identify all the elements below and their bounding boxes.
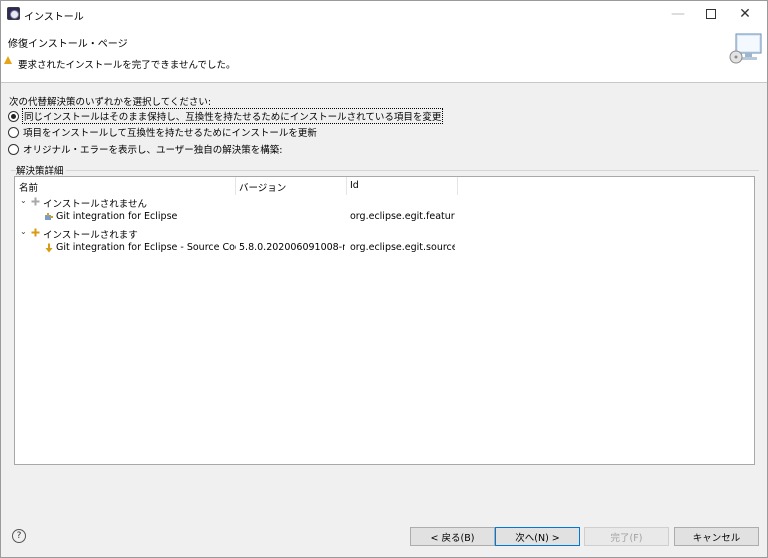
cancel-button[interactable]: キャンセル: [674, 527, 759, 546]
tree-row-id: org.eclipse.egit.feature...: [350, 211, 455, 222]
tree-row-name: インストールされません: [43, 199, 148, 210]
option-label: オリジナル・エラーを表示し、ユーザー独自の解決策を構築:: [23, 145, 283, 156]
close-button[interactable]: ✕: [723, 1, 767, 27]
option-label: 同じインストールはそのまま保持し、互換性を持たせるためにインストールされている項…: [21, 108, 444, 124]
tree-row-will-install[interactable]: ⌄ インストールされます: [15, 226, 754, 241]
minimize-icon: —: [671, 6, 685, 22]
column-divider[interactable]: [235, 177, 236, 195]
install-arrow-icon: [45, 243, 53, 253]
tree-row-git-integration[interactable]: Git integration for Eclipse org.eclipse.…: [15, 210, 754, 225]
install-banner-icon: [729, 33, 762, 64]
radio-button-selected[interactable]: [8, 110, 19, 122]
grey-plus-icon: [31, 197, 40, 206]
window-title: インストール: [24, 12, 84, 23]
chevron-down-icon[interactable]: ⌄: [20, 196, 27, 205]
page-title: 修復インストール・ページ: [8, 39, 128, 50]
column-header-name[interactable]: 名前: [19, 180, 38, 194]
tree-row-version: 5.8.0.202006091008-r: [239, 242, 345, 253]
details-group-label: 解決策詳細: [16, 163, 66, 177]
help-icon[interactable]: ?: [12, 529, 26, 543]
solution-details-tree[interactable]: 名前 バージョン Id ⌄ インストールされません Git integratio…: [14, 176, 755, 465]
group-separator: [11, 170, 759, 171]
back-button[interactable]: < 戻る(B): [410, 527, 495, 546]
finish-button[interactable]: 完了(F): [584, 527, 669, 546]
radio-button[interactable]: [8, 143, 19, 155]
tree-row-name: Git integration for Eclipse: [56, 211, 178, 222]
feature-plugin-icon: [45, 213, 53, 220]
chevron-down-icon[interactable]: ⌄: [20, 227, 27, 236]
install-dialog: インストール — ✕ 修復インストール・ページ 要求されたインストールを完了でき…: [0, 0, 768, 558]
warning-icon: [4, 56, 12, 64]
option-label: 項目をインストールして互換性を持たせるためにインストールを更新: [23, 128, 317, 139]
tree-row-git-source[interactable]: Git integration for Eclipse - Source Cod…: [15, 241, 754, 256]
option-update-installation[interactable]: 項目をインストールして互換性を持たせるためにインストールを更新: [8, 125, 317, 139]
next-button[interactable]: 次へ(N) >: [495, 527, 580, 546]
column-divider[interactable]: [346, 177, 347, 195]
column-header-id[interactable]: Id: [350, 180, 359, 191]
title-bar[interactable]: インストール — ✕: [1, 1, 767, 27]
radio-button[interactable]: [8, 126, 19, 138]
maximize-icon: [706, 9, 716, 19]
column-divider[interactable]: [457, 177, 458, 195]
tree-row-not-installed[interactable]: ⌄ インストールされません: [15, 195, 754, 210]
option-keep-installation[interactable]: 同じインストールはそのまま保持し、互換性を持たせるためにインストールされている項…: [8, 108, 444, 124]
eclipse-app-icon: [7, 7, 20, 20]
close-icon: ✕: [739, 6, 751, 22]
tree-row-id: org.eclipse.egit.source....: [350, 242, 455, 253]
yellow-plus-icon: [31, 228, 40, 237]
tree-row-name: インストールされます: [43, 230, 138, 241]
tree-row-name: Git integration for Eclipse - Source Cod…: [56, 242, 236, 253]
wizard-banner: 修復インストール・ページ 要求されたインストールを完了できませんでした。: [1, 27, 767, 83]
page-message: 要求されたインストールを完了できませんでした。: [18, 60, 236, 71]
tree-header: 名前 バージョン Id: [15, 177, 754, 195]
column-header-version[interactable]: バージョン: [239, 180, 286, 194]
options-prompt: 次の代替解決策のいずれかを選択してください:: [9, 97, 212, 108]
option-show-original-error[interactable]: オリジナル・エラーを表示し、ユーザー独自の解決策を構築:: [8, 142, 283, 156]
